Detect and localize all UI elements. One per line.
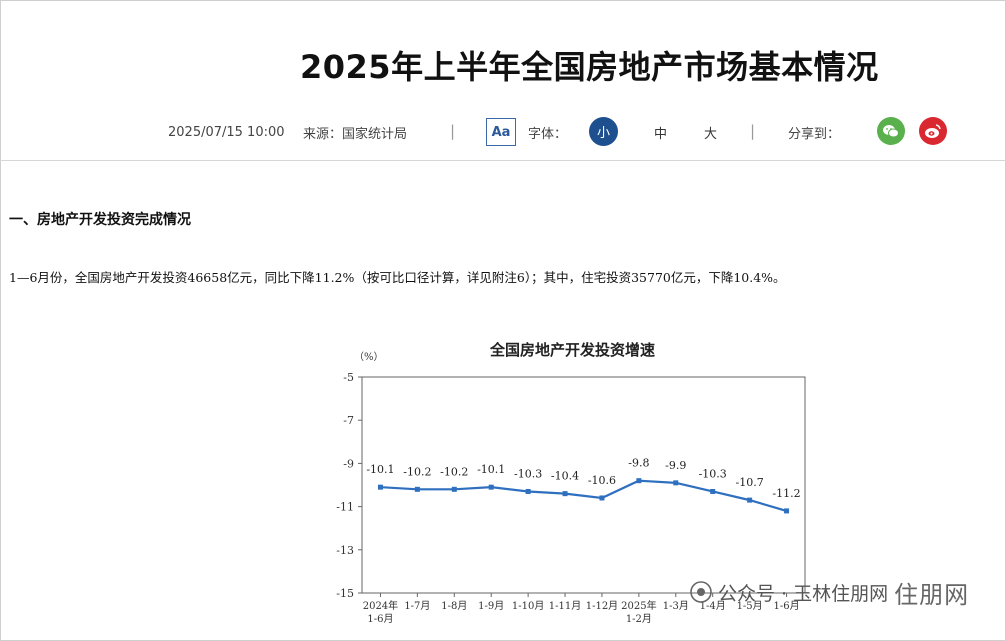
y-tick-label: -13 bbox=[336, 544, 354, 557]
x-tick-label: 1-9月 bbox=[478, 600, 504, 612]
share-label: 分享到： bbox=[788, 127, 841, 142]
x-tick-label: 2024年 bbox=[363, 599, 398, 612]
data-point bbox=[377, 484, 383, 490]
font-size-small-button[interactable]: 小 bbox=[589, 117, 618, 146]
data-point bbox=[599, 495, 605, 501]
account-icon bbox=[690, 581, 712, 603]
separator: | bbox=[750, 122, 756, 140]
source-label: 来源：国家统计局 bbox=[303, 126, 408, 142]
font-size-label: 字体： bbox=[528, 127, 568, 142]
data-label: -10.7 bbox=[736, 476, 764, 489]
x-tick-label: 1-10月 bbox=[512, 600, 544, 612]
y-tick-label: -7 bbox=[343, 414, 354, 427]
data-point bbox=[488, 484, 494, 490]
font-size-large-button[interactable]: 大 bbox=[704, 123, 717, 142]
x-tick-label: 1-2月 bbox=[626, 613, 652, 625]
wechat-share-button[interactable] bbox=[877, 117, 905, 145]
watermark-logo: 住朋网 bbox=[894, 580, 970, 609]
data-label: -10.2 bbox=[403, 465, 431, 478]
y-tick-label: -11 bbox=[336, 501, 354, 514]
x-tick-label: 1-11月 bbox=[549, 600, 581, 612]
data-label: -9.8 bbox=[628, 457, 649, 470]
publish-date: 2025/07/15 10:00 bbox=[168, 124, 285, 140]
data-label: -10.3 bbox=[699, 467, 727, 480]
summary-paragraph: 1—6月份，全国房地产开发投资46658亿元，同比下降11.2%（按可比口径计算… bbox=[9, 270, 786, 285]
data-label: -10.6 bbox=[588, 474, 616, 487]
data-point bbox=[414, 486, 420, 492]
weibo-icon bbox=[925, 124, 941, 138]
y-tick-label: -5 bbox=[343, 371, 354, 384]
data-label: -9.9 bbox=[665, 459, 686, 472]
y-axis-unit: （%） bbox=[354, 351, 384, 363]
x-tick-label: 1-3月 bbox=[663, 600, 689, 612]
x-tick-label: 1-12月 bbox=[586, 600, 618, 612]
watermark-account: 公众号 · 玉林住朋网 bbox=[718, 582, 889, 605]
x-tick-label: 1-7月 bbox=[404, 600, 430, 612]
article-header: 2025年上半年全国房地产市场基本情况 2025/07/15 10:00 来源：… bbox=[0, 0, 1006, 161]
data-label: -10.4 bbox=[551, 470, 579, 483]
data-label: -11.2 bbox=[772, 487, 800, 500]
data-point bbox=[451, 486, 457, 492]
x-tick-label: 1-8月 bbox=[441, 600, 467, 612]
y-tick-label: -9 bbox=[343, 457, 354, 470]
x-tick-label: 1-6月 bbox=[367, 613, 393, 625]
data-point bbox=[525, 488, 531, 494]
data-point bbox=[562, 491, 568, 497]
wechat-icon bbox=[883, 125, 899, 138]
watermark: 公众号 · 玉林住朋网 住朋网 bbox=[690, 560, 990, 624]
section-heading: 一、房地产开发投资完成情况 bbox=[9, 212, 191, 228]
data-point bbox=[673, 480, 679, 486]
data-point bbox=[710, 488, 716, 494]
font-size-icon[interactable]: Aa bbox=[486, 118, 516, 146]
data-label: -10.2 bbox=[440, 465, 468, 478]
data-point bbox=[636, 478, 642, 484]
data-label: -10.1 bbox=[366, 463, 394, 476]
data-point bbox=[747, 497, 753, 503]
font-size-medium-button[interactable]: 中 bbox=[654, 123, 667, 142]
x-tick-label: 2025年 bbox=[621, 599, 656, 612]
y-tick-label: -15 bbox=[336, 587, 354, 600]
data-point bbox=[784, 508, 790, 514]
page-title: 2025年上半年全国房地产市场基本情况 bbox=[300, 48, 879, 86]
weibo-share-button[interactable] bbox=[919, 117, 947, 145]
data-label: -10.3 bbox=[514, 467, 542, 480]
separator: | bbox=[450, 122, 456, 140]
chart-title: 全国房地产开发投资增速 bbox=[490, 341, 656, 359]
data-label: -10.1 bbox=[477, 463, 505, 476]
series-line bbox=[380, 479, 787, 512]
